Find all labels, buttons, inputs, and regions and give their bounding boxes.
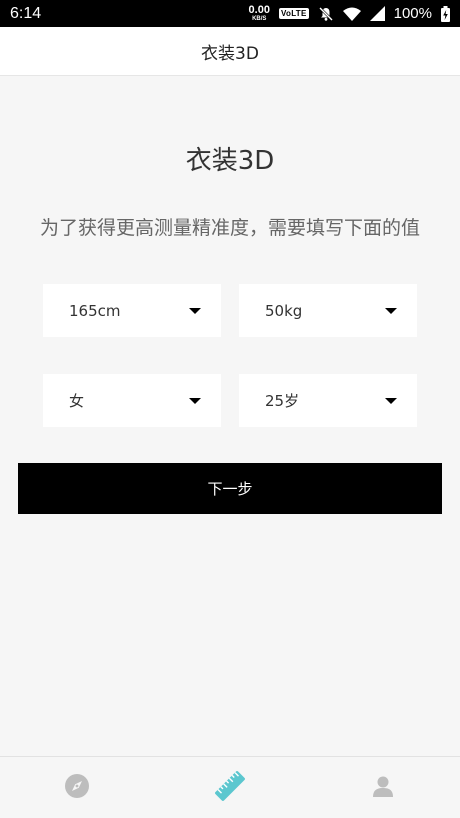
bottom-nav [0,756,460,818]
status-icons: 0.00 KB/S VoLTE 100% [249,5,450,22]
app-header: 衣装3D [0,27,460,76]
network-speed-unit: KB/S [252,16,267,22]
nav-item-measure[interactable] [190,757,270,818]
cell-signal-icon [369,6,385,21]
nav-item-profile[interactable] [343,757,423,818]
status-time: 6:14 [10,4,42,22]
height-select[interactable]: 165cm [43,284,221,337]
chevron-down-icon [385,307,397,314]
chevron-down-icon [189,397,201,404]
network-speed: 0.00 KB/S [248,4,270,23]
status-bar: 6:14 0.00 KB/S VoLTE 100% [0,0,460,27]
wifi-icon [342,7,361,21]
ruler-icon [213,769,247,807]
age-select[interactable]: 25岁 [239,374,417,427]
battery-charging-icon [441,5,450,22]
page-title: 衣装3D [185,146,275,176]
network-speed-value: 0.00 [248,4,270,16]
height-select-value: 165cm [69,301,121,320]
age-select-value: 25岁 [265,392,300,410]
gender-select[interactable]: 女 [43,374,221,427]
notifications-off-icon [318,6,334,22]
user-icon [371,774,395,802]
weight-select-value: 50kg [265,301,303,320]
chevron-down-icon [385,397,397,404]
weight-select[interactable]: 50kg [239,284,417,337]
page-subtitle: 为了获得更高测量精准度，需要填写下面的值 [39,217,420,239]
battery-percent: 100% [393,5,432,22]
nav-item-explore[interactable] [37,757,117,818]
gender-select-value: 女 [69,392,85,410]
chevron-down-icon [189,307,201,314]
compass-icon [64,773,90,803]
volte-badge: VoLTE [278,8,309,19]
next-button[interactable]: 下一步 [18,463,442,514]
header-title: 衣装3D [201,43,259,64]
